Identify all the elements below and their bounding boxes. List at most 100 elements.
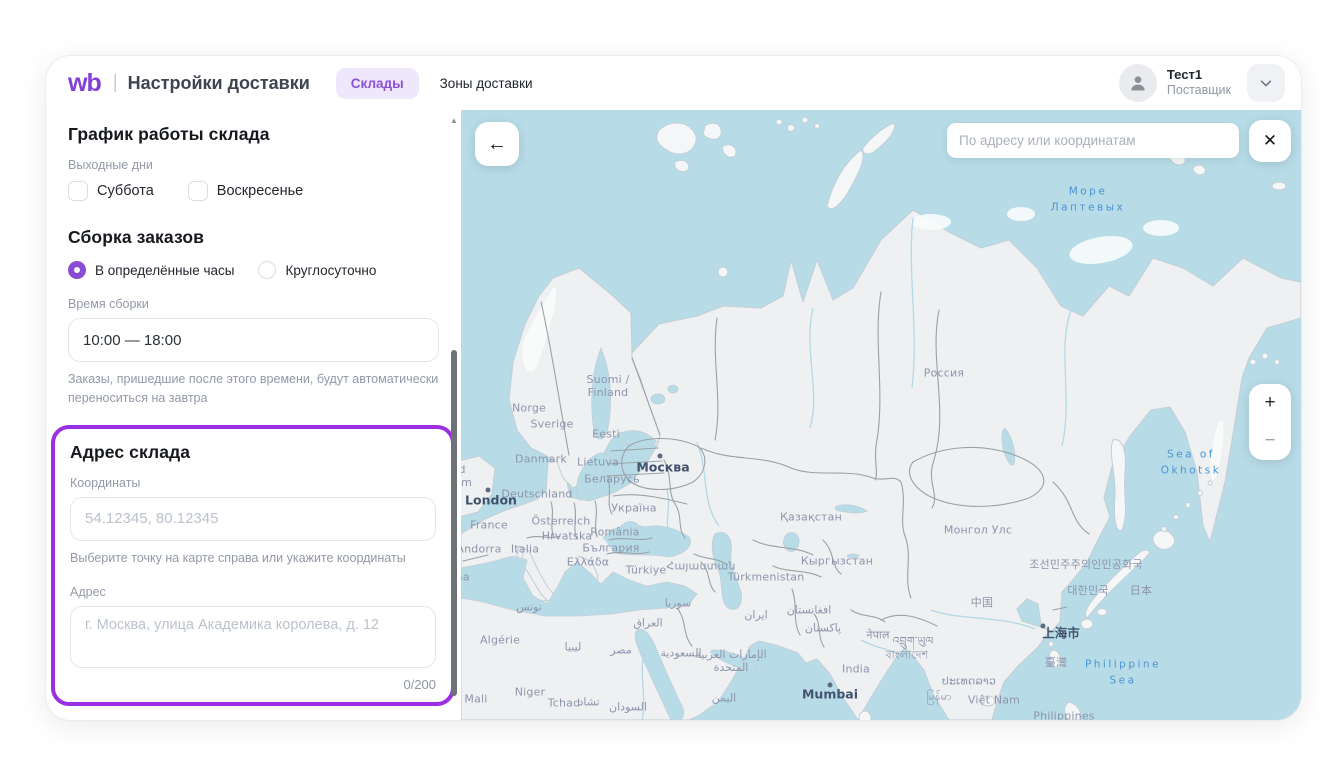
map-label-country: Sverige bbox=[531, 418, 574, 431]
map-label-country: United Kingdom bbox=[461, 463, 472, 489]
radio-label: Круглосуточно bbox=[285, 263, 376, 278]
map-label-country: Österreich bbox=[532, 515, 591, 528]
app-window: wb | Настройки доставки Склады Зоны дост… bbox=[45, 55, 1302, 721]
coordinates-hint: Выберите точку на карте справа или укажи… bbox=[70, 549, 436, 568]
map-label-sea: Море Лаптевых bbox=[1051, 184, 1125, 216]
logo-separator: | bbox=[113, 72, 118, 94]
radio-fixed-hours[interactable]: В определённые часы bbox=[68, 261, 234, 279]
map-label-country: Philippines bbox=[1033, 710, 1094, 721]
tab-warehouses[interactable]: Склады bbox=[336, 68, 419, 99]
address-textarea[interactable] bbox=[70, 606, 436, 668]
checkbox-sunday[interactable]: Воскресенье bbox=[188, 181, 303, 201]
map-label-country: 日本 bbox=[1130, 582, 1152, 598]
address-char-counter: 0/200 bbox=[70, 677, 436, 692]
assembly-options: В определённые часы Круглосуточно bbox=[68, 261, 439, 279]
checkbox-saturday[interactable]: Суббота bbox=[68, 181, 154, 201]
map-zoom-control: + − bbox=[1249, 384, 1291, 460]
map-label-country: འབྲུག་ཡུལ bbox=[893, 629, 934, 660]
map-label-sea: Philippine Sea bbox=[1085, 657, 1161, 689]
map-label-city: 上海市 bbox=[1042, 623, 1080, 642]
tab-delivery-zones[interactable]: Зоны доставки bbox=[425, 68, 548, 99]
radio-circle[interactable] bbox=[68, 261, 86, 279]
wb-logo: wb bbox=[68, 69, 101, 98]
map-label-country: မြန်မာ bbox=[926, 690, 951, 706]
zoom-in-button[interactable]: + bbox=[1249, 384, 1291, 422]
map-labels-layer: Море ЛаптевыхSea of OkhotskPhilippine Se… bbox=[461, 110, 1301, 720]
avatar[interactable] bbox=[1119, 64, 1157, 102]
map-label-country: Việt Nam bbox=[968, 694, 1020, 707]
map-label-country: Հայաստան bbox=[666, 560, 735, 573]
radio-around-the-clock[interactable]: Круглосуточно bbox=[258, 261, 376, 279]
scrollbar-up-arrow[interactable]: ▲ bbox=[450, 116, 458, 125]
map-label-country: Türkiye bbox=[626, 564, 667, 577]
radio-circle[interactable] bbox=[258, 261, 276, 279]
map-label-country: Hrvatska bbox=[542, 530, 593, 543]
map-label-country: 中国 bbox=[971, 594, 993, 610]
header-tabs: Склады Зоны доставки bbox=[336, 68, 548, 99]
map-city-dot bbox=[828, 683, 833, 688]
checkbox-box[interactable] bbox=[188, 181, 208, 201]
warehouse-form-panel: График работы склада Выходные дни Суббот… bbox=[46, 110, 461, 720]
map-label-city: Москва bbox=[636, 460, 689, 475]
map-canvas[interactable]: Море ЛаптевыхSea of OkhotskPhilippine Se… bbox=[461, 110, 1301, 720]
map-label-country: Suomi / Finland bbox=[586, 373, 629, 399]
map-city-dot bbox=[658, 454, 663, 459]
panel-scrollbar[interactable]: ▲ bbox=[448, 110, 460, 720]
header: wb | Настройки доставки Склады Зоны дост… bbox=[46, 56, 1301, 110]
map-label-country: السودان bbox=[609, 701, 647, 714]
map-search[interactable] bbox=[947, 123, 1239, 158]
days-off-label: Выходные дни bbox=[68, 158, 439, 172]
user-name: Тест1 bbox=[1167, 67, 1231, 83]
address-label: Адрес bbox=[70, 585, 436, 599]
map-label-country: Norge bbox=[512, 402, 546, 415]
map-label-country: Россия bbox=[924, 367, 964, 380]
page-title: Настройки доставки bbox=[128, 73, 310, 94]
map-label-country: 조선민주주의인민공화국 bbox=[1029, 556, 1143, 572]
checkbox-label: Суббота bbox=[97, 183, 154, 199]
map-label-country: Algérie bbox=[480, 634, 520, 647]
map-label-country: Tchad bbox=[548, 697, 581, 710]
map-close-button[interactable]: ✕ bbox=[1249, 120, 1291, 162]
schedule-section-title: График работы склада bbox=[68, 124, 439, 145]
map-city-dot bbox=[486, 488, 491, 493]
map-label-country: Niger bbox=[515, 686, 546, 699]
assembly-time-input[interactable] bbox=[68, 318, 439, 362]
coordinates-input[interactable] bbox=[70, 497, 436, 541]
map-label-country: 대한민국 bbox=[1067, 582, 1108, 598]
map-label-country: تشاد bbox=[578, 696, 599, 709]
map-label-country: Қазақстан bbox=[780, 511, 842, 524]
map-label-country: العراق bbox=[633, 617, 662, 630]
content: График работы склада Выходные дни Суббот… bbox=[46, 110, 1301, 720]
map-label-country: नेपाल bbox=[866, 628, 889, 643]
map-label-country: Mali bbox=[464, 693, 487, 706]
map-label-country: Кыргызстан bbox=[801, 555, 873, 568]
map-label-country: Ελλάδα bbox=[567, 556, 609, 569]
map-label-country: پاکستان bbox=[805, 622, 841, 635]
zoom-out-button[interactable]: − bbox=[1249, 422, 1291, 460]
checkbox-label: Воскресенье bbox=[217, 183, 303, 199]
screen: wb | Настройки доставки Склады Зоны дост… bbox=[0, 0, 1344, 772]
address-section-title: Адрес склада bbox=[70, 442, 436, 463]
map-label-country: الإمارات العربية المتحدة bbox=[695, 648, 766, 674]
map-label-country: Türkmenistan bbox=[728, 571, 805, 584]
map-label-country: România bbox=[590, 526, 640, 539]
map-label-country: ایران bbox=[744, 609, 767, 622]
map-label-country: ປະເທດລາວ bbox=[942, 675, 996, 688]
map-label-country: ليبيا bbox=[565, 640, 582, 653]
user-dropdown-button[interactable] bbox=[1247, 64, 1285, 102]
map-label-country: France bbox=[470, 518, 508, 531]
person-icon bbox=[1128, 73, 1148, 93]
map-search-input[interactable] bbox=[959, 133, 1227, 148]
map-label-country: Danmark bbox=[515, 453, 567, 466]
checkbox-box[interactable] bbox=[68, 181, 88, 201]
map-label-country: السعودية bbox=[660, 647, 701, 660]
map-label-country: افغانستان bbox=[787, 604, 832, 617]
map-city-dot bbox=[1041, 624, 1046, 629]
assembly-time-label: Время сборки bbox=[68, 297, 439, 311]
scrollbar-thumb[interactable] bbox=[451, 350, 457, 696]
user-role: Поставщик bbox=[1167, 83, 1231, 99]
chevron-down-icon bbox=[1259, 76, 1273, 90]
user-info: Тест1 Поставщик bbox=[1167, 67, 1231, 99]
map-label-country: Україна bbox=[611, 502, 656, 515]
map-back-button[interactable]: ← bbox=[475, 122, 519, 166]
